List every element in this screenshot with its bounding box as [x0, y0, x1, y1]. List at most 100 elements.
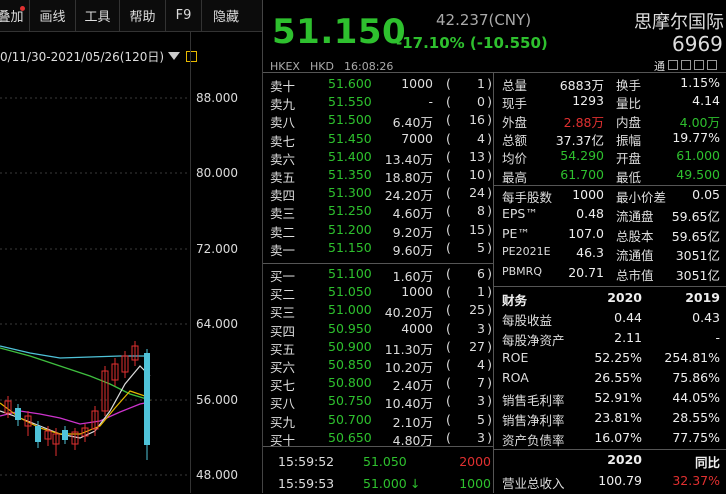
order-book-row[interactable]: 卖五 51.350 18.80万(10)	[268, 165, 493, 185]
level-count: 13	[469, 148, 485, 164]
open-paren: (	[446, 284, 451, 300]
notification-dot	[20, 6, 25, 11]
layout-icon[interactable]	[681, 60, 691, 70]
order-book-row[interactable]: 卖一 51.150 9.60万 (5)	[268, 238, 493, 258]
close-paren: )	[487, 185, 492, 201]
level-count: 10	[469, 167, 485, 182]
open-paren: (	[446, 203, 451, 219]
open-paren: (	[446, 94, 451, 110]
revenue-year: 2020	[607, 452, 642, 467]
trades-divider	[263, 446, 493, 447]
candlestick-chart[interactable]	[0, 66, 190, 493]
order-book-row[interactable]: 卖二 51.200 9.20万(15)	[268, 220, 493, 240]
finance-label: ROA	[502, 370, 529, 385]
chevron-down-icon[interactable]	[168, 52, 181, 60]
level-price: 51.600	[328, 76, 372, 91]
hide-button[interactable]: 隐藏	[202, 0, 250, 31]
level-count: 5	[477, 239, 485, 255]
order-book-row[interactable]: 买一 51.100 1.60万(6)	[268, 264, 493, 284]
share-stat-row: EPS™ 0.48 流通盘 59.65亿	[498, 205, 726, 225]
ma-line-yellow	[0, 390, 151, 435]
order-book-row[interactable]: 买二 51.050 1000(1)	[268, 282, 493, 302]
cny-price: 42.237(CNY)	[436, 11, 532, 29]
open-paren: (	[446, 112, 451, 128]
date-range-selector[interactable]: 0/11/30-2021/05/26(120日)	[0, 46, 200, 66]
order-book-row[interactable]: 卖四 51.300 24.20万(24)	[268, 183, 493, 203]
level-count: 25	[469, 302, 485, 318]
close-paren: )	[487, 302, 492, 318]
menu-icon[interactable]	[707, 60, 717, 70]
open-paren: (	[446, 167, 451, 182]
open-paren: (	[446, 239, 451, 255]
draw-line-button[interactable]: 画线	[30, 0, 76, 31]
finance-year: 2020	[607, 290, 642, 305]
tools-button[interactable]: 工具	[76, 0, 120, 31]
trade-time: 15:59:53	[278, 476, 335, 491]
stat-value: 4.14	[692, 93, 720, 109]
order-book-row[interactable]: 卖十 51.600 1000(1)	[268, 74, 493, 94]
level-price: 51.050	[328, 284, 372, 300]
trading-stats: 总量 6883万 换手 1.15% 现手 1293 量比 4.14 外盘 2.88万 内盘 4.00万…	[498, 74, 726, 192]
stat-value: 20.71	[568, 264, 604, 280]
level-price: 50.950	[328, 320, 372, 336]
expand-icon[interactable]	[668, 60, 678, 70]
revenue-growth: 32.37%	[672, 473, 720, 488]
finance-value: 0.44	[614, 310, 642, 325]
stat-value: 0.48	[576, 206, 604, 222]
ask-order-book: 卖十 51.600 1000(1) 卖九 51.550-(0) 卖八 51.500 6.40万…	[268, 74, 493, 264]
level-volume: -	[428, 94, 433, 110]
level-volume: 9.60万	[392, 242, 433, 258]
order-book-row[interactable]: 买三 51.000 40.20万(25)	[268, 300, 493, 320]
share-stat-row: PE2021E 46.3 流通值 3051亿	[498, 244, 726, 264]
finance-value: 16.07%	[594, 430, 642, 445]
stats-row: 总量 6883万 换手 1.15%	[498, 74, 726, 94]
close-paren: )	[487, 239, 492, 255]
order-book-row[interactable]: 买八 50.750 10.40万(3)	[268, 391, 493, 411]
order-book-row[interactable]: 买六 50.850 10.20万(4)	[268, 355, 493, 375]
order-book-row[interactable]: 卖六 51.400 13.40万(13)	[268, 147, 493, 167]
close-paren: )	[487, 266, 492, 281]
revenue-row: 营业总收入 100.79 32.37%	[498, 472, 726, 492]
finance-value: 23.81%	[594, 410, 642, 425]
f9-label: F9	[175, 8, 192, 23]
stat-value: 46.3	[576, 245, 604, 261]
order-book-row[interactable]: 卖八 51.500 6.40万(16)	[268, 110, 493, 130]
close-paren: )	[487, 221, 492, 237]
order-book-row[interactable]: 卖七 51.450 7000(4)	[268, 129, 493, 149]
order-book-row[interactable]: 卖三 51.250 4.60万(8)	[268, 201, 493, 221]
stat-value: 1000	[572, 187, 604, 202]
settings-icon[interactable]	[694, 60, 704, 70]
order-book-row[interactable]: 买九 50.700 2.10万(5)	[268, 410, 493, 430]
order-book-row[interactable]: 买十 50.650 4.80万(3)	[268, 428, 493, 448]
order-book-row[interactable]: 买五 50.900 11.30万(27)	[268, 337, 493, 357]
overlay-button[interactable]: 叠加	[0, 0, 30, 31]
level-volume: 4000	[401, 320, 433, 336]
order-book-row[interactable]: 买四 50.950 4000(3)	[268, 319, 493, 339]
level-label: 卖一	[270, 242, 296, 258]
y-tick-label: 64.000	[196, 317, 238, 331]
open-paren: (	[446, 221, 451, 237]
finance-value: 52.91%	[594, 390, 642, 405]
order-book-row[interactable]: 卖九 51.550-(0)	[268, 92, 493, 112]
stat-label: 每手股数	[502, 190, 553, 205]
level-count: 15	[469, 221, 485, 237]
finance-header: 财务 2020 2019	[498, 289, 726, 309]
revenue-value: 100.79	[598, 473, 642, 488]
level-price: 50.850	[328, 357, 372, 372]
lock-icon[interactable]	[186, 50, 198, 62]
share-stat-row: 每手股数 1000 最小价差 0.05	[498, 186, 726, 206]
finance-table: 财务 2020 2019 每股收益 0.44 0.43 每股净资产 2.11 - ROE 52.25…	[498, 289, 726, 449]
finance-label: 每股收益	[502, 313, 553, 328]
panel-divider	[262, 0, 263, 493]
open-paren: (	[446, 429, 451, 445]
revenue-table: 2020 同比 营业总收入 100.79 32.37%	[498, 450, 726, 493]
help-button[interactable]: 帮助	[120, 0, 166, 31]
level-price: 50.700	[328, 411, 372, 427]
stat-label: 内盘	[616, 114, 642, 130]
level-count: 16	[469, 112, 485, 128]
close-paren: )	[487, 357, 492, 372]
order-book-row[interactable]: 买七 50.800 2.40万(7)	[268, 373, 493, 393]
stat-label: 流通盘	[616, 209, 654, 225]
f9-button[interactable]: F9	[166, 0, 202, 31]
header-divider	[263, 72, 726, 73]
